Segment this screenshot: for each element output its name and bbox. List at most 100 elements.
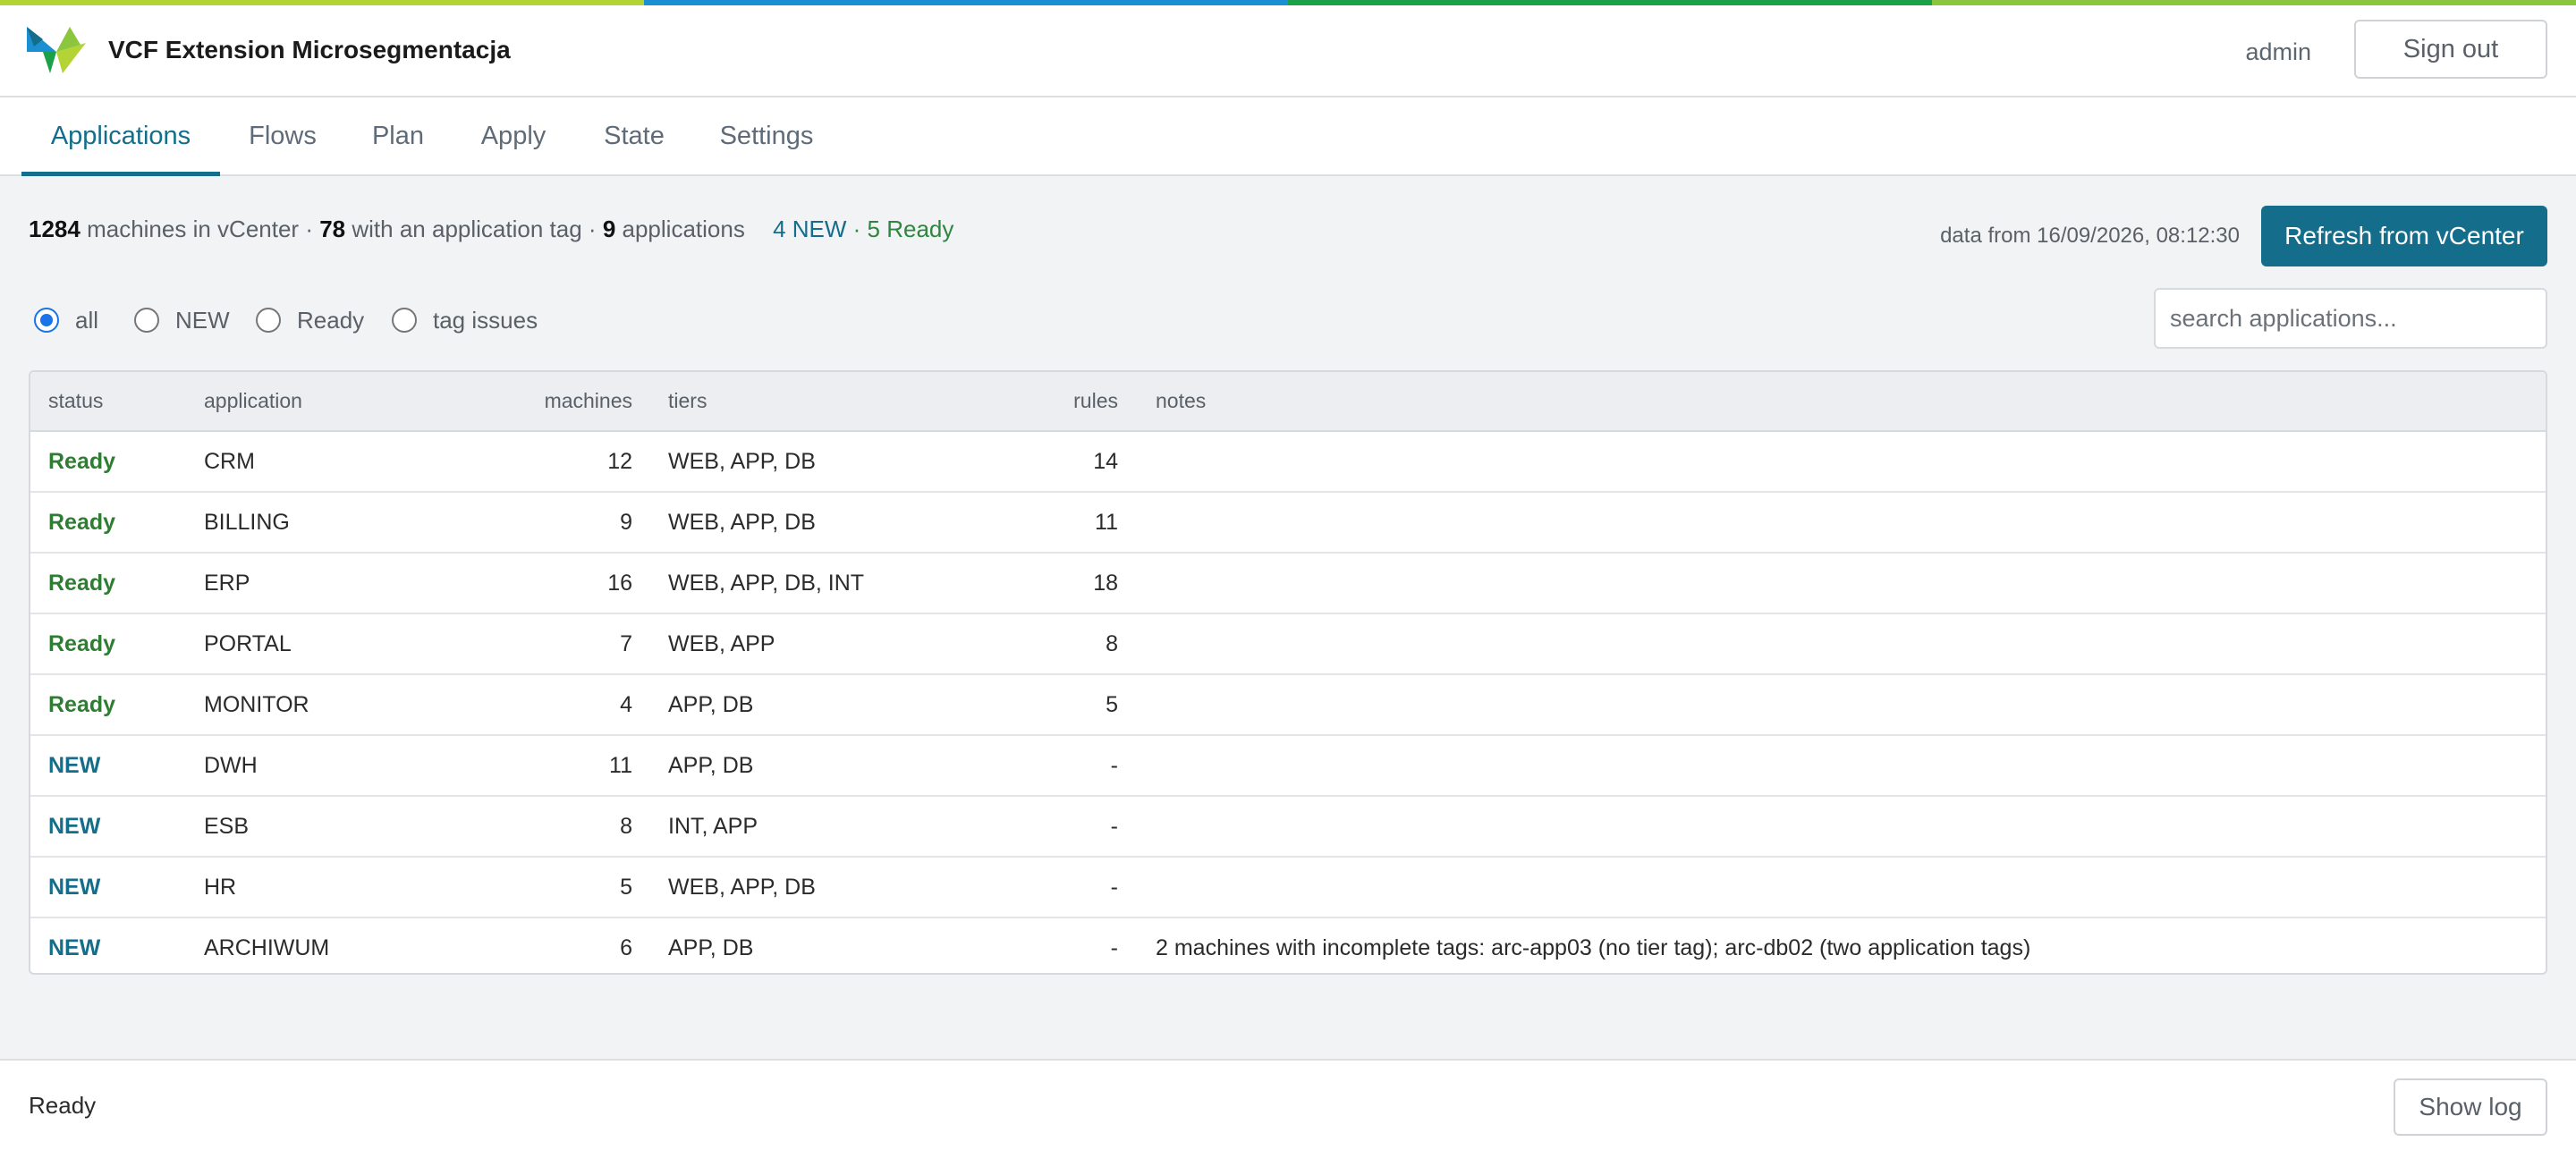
tiers-cell: INT, APP — [636, 796, 1038, 858]
notes-cell — [1122, 735, 2546, 797]
tab-settings[interactable]: Settings — [707, 97, 826, 176]
radio-icon[interactable] — [34, 308, 59, 333]
application-cell: ERP — [200, 553, 469, 614]
status-cell: Ready — [30, 674, 200, 736]
filter-label: Ready — [297, 306, 365, 334]
rules-cell: - — [1110, 935, 1118, 960]
apps-count: 9 — [602, 216, 616, 242]
column-header-rules[interactable]: rules — [1038, 372, 1122, 432]
table-row[interactable]: NEW DWH 11 APP, DB - — [30, 735, 2546, 797]
notes-cell — [1122, 674, 2546, 736]
radio-icon[interactable] — [256, 308, 281, 333]
ready-count-badge: 5 Ready — [867, 216, 954, 242]
status-bar: Ready Show log — [0, 1059, 2576, 1150]
main-tabs: Applications Flows Plan Apply State Sett… — [0, 97, 2576, 176]
machines-cell: 7 — [469, 613, 636, 675]
apps-label: applications — [622, 216, 745, 242]
show-log-button[interactable]: Show log — [2394, 1078, 2547, 1136]
sign-out-button[interactable]: Sign out — [2354, 20, 2547, 79]
radio-icon[interactable] — [392, 308, 417, 333]
filter-label: all — [75, 306, 99, 334]
status-cell: Ready — [30, 492, 200, 554]
status-cell: NEW — [30, 796, 200, 858]
machines-cell: 12 — [469, 431, 636, 493]
machines-cell: 4 — [469, 674, 636, 736]
table-row[interactable]: NEW ARCHIWUM 6 APP, DB - 2 machines with… — [30, 917, 2546, 973]
filter-tag-issues[interactable]: tag issues — [392, 304, 538, 336]
separator: · — [588, 216, 597, 242]
current-user: admin — [2245, 38, 2311, 65]
search-applications-input[interactable] — [2154, 288, 2547, 349]
filter-all[interactable]: all — [34, 304, 98, 336]
table-row[interactable]: NEW HR 5 WEB, APP, DB - — [30, 857, 2546, 918]
application-cell: PORTAL — [200, 613, 469, 675]
rules-cell: 5 — [1038, 674, 1122, 736]
application-cell: ESB — [200, 796, 469, 858]
machines-cell: 9 — [469, 492, 636, 554]
tab-applications[interactable]: Applications — [21, 97, 220, 176]
status-cell: NEW — [30, 735, 200, 797]
column-header-notes[interactable]: notes — [1122, 372, 2546, 432]
notes-cell: 2 machines with incomplete tags: arc-app… — [1156, 935, 2031, 960]
machines-cell: 8 — [469, 796, 636, 858]
app-title: VCF Extension Microsegmentacja — [108, 36, 511, 63]
table-row[interactable]: Ready MONITOR 4 APP, DB 5 — [30, 674, 2546, 736]
rules-cell: - — [1038, 735, 1122, 797]
machines-cell: 11 — [469, 735, 636, 797]
notes-cell — [1122, 796, 2546, 858]
rules-cell: 11 — [1038, 492, 1122, 554]
column-header-status[interactable]: status — [30, 372, 200, 432]
table-row[interactable]: Ready PORTAL 7 WEB, APP 8 — [30, 613, 2546, 675]
rules-cell: 8 — [1038, 613, 1122, 675]
tagged-count: 78 — [319, 216, 346, 242]
tiers-cell: WEB, APP, DB, INT — [636, 553, 1038, 614]
notes-cell — [1122, 613, 2546, 675]
table-row[interactable]: Ready BILLING 9 WEB, APP, DB 11 — [30, 492, 2546, 554]
column-header-application[interactable]: application — [200, 372, 469, 432]
column-header-tiers[interactable]: tiers — [636, 372, 1038, 432]
status-text: Ready — [29, 1092, 97, 1119]
machines-cell: 5 — [469, 857, 636, 918]
status-cell: Ready — [30, 431, 200, 493]
tab-flows[interactable]: Flows — [234, 97, 331, 176]
radio-icon[interactable] — [134, 308, 159, 333]
applications-table: status application machines tiers rules … — [29, 370, 2547, 975]
application-cell: BILLING — [200, 492, 469, 554]
inventory-summary: 1284 machines in vCenter · 78 with an ap… — [29, 213, 953, 245]
application-cell: MONITOR — [200, 674, 469, 736]
notes-cell — [1122, 553, 2546, 614]
tagged-label: with an application tag — [352, 216, 582, 242]
table-row[interactable]: Ready CRM 12 WEB, APP, DB 14 — [30, 431, 2546, 493]
app-header: VCF Extension Microsegmentacja admin Sig… — [0, 5, 2576, 97]
notes-cell — [1122, 857, 2546, 918]
machines-cell: 16 — [469, 553, 636, 614]
tiers-cell: APP, DB — [636, 735, 1038, 797]
machines-label: machines in vCenter — [87, 216, 300, 242]
rules-cell: 18 — [1038, 553, 1122, 614]
status-cell: Ready — [30, 613, 200, 675]
refresh-from-vcenter-button[interactable]: Refresh from vCenter — [2261, 206, 2547, 266]
status-cell: NEW — [48, 935, 101, 960]
status-cell: NEW — [30, 857, 200, 918]
application-cell: HR — [200, 857, 469, 918]
separator: · — [305, 216, 313, 242]
application-cell: ARCHIWUM — [204, 935, 330, 960]
tab-apply[interactable]: Apply — [465, 97, 562, 176]
application-cell: DWH — [200, 735, 469, 797]
tiers-cell: APP, DB — [636, 674, 1038, 736]
rules-cell: - — [1038, 796, 1122, 858]
table-row[interactable]: NEW ESB 8 INT, APP - — [30, 796, 2546, 858]
vcf-logo-icon — [27, 27, 86, 73]
filter-label: tag issues — [433, 306, 538, 334]
table-body: Ready CRM 12 WEB, APP, DB 14 Ready BILLI… — [30, 431, 2546, 973]
table-header-row: status application machines tiers rules … — [30, 372, 2546, 432]
column-header-machines[interactable]: machines — [469, 372, 636, 432]
tab-plan[interactable]: Plan — [360, 97, 436, 176]
filter-ready[interactable]: Ready — [256, 304, 364, 336]
table-row[interactable]: Ready ERP 16 WEB, APP, DB, INT 18 — [30, 553, 2546, 614]
tiers-cell: WEB, APP, DB — [636, 857, 1038, 918]
filter-new[interactable]: NEW — [134, 304, 230, 336]
tiers-cell: WEB, APP, DB — [636, 492, 1038, 554]
tiers-cell: APP, DB — [668, 935, 754, 960]
tab-state[interactable]: State — [590, 97, 678, 176]
